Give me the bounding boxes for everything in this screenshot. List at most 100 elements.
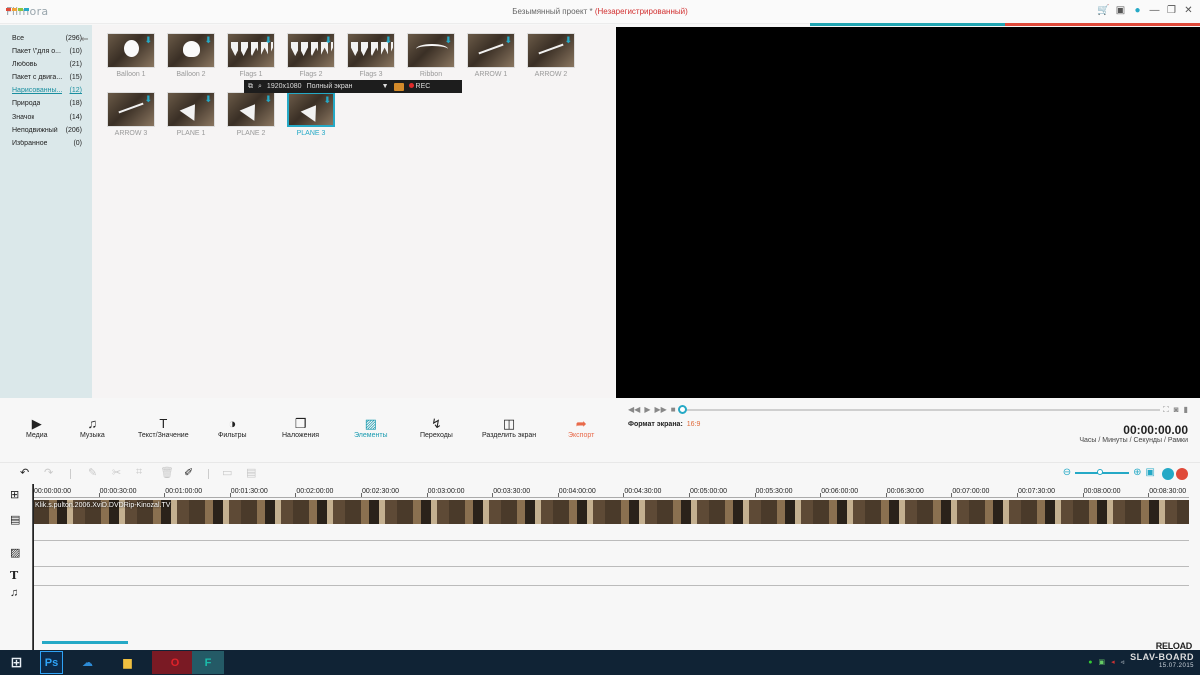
tab-elements[interactable]: ▨ Элементы: [354, 416, 388, 439]
download-icon[interactable]: ⬇: [144, 94, 152, 105]
element-thumbnail[interactable]: ⬇ Flags 2: [287, 33, 335, 79]
tray-green-icon[interactable]: ●: [1088, 659, 1092, 666]
category-item[interactable]: Пакет с двига... (15): [12, 74, 82, 87]
download-icon[interactable]: ⬇: [384, 35, 392, 46]
add-track-icon[interactable]: [1162, 468, 1174, 480]
category-item[interactable]: Нарисованны... (12): [12, 87, 82, 100]
tab-media[interactable]: ▶ Медиа: [26, 416, 48, 439]
rewind-icon[interactable]: ◀◀: [628, 405, 640, 414]
clock[interactable]: SLAV-BOARD 15.07.2015: [1130, 653, 1194, 671]
chat-icon[interactable]: ●: [1132, 5, 1143, 16]
ruler-time-label: 00:04:30:00: [624, 488, 662, 495]
record-button[interactable]: REC: [408, 83, 430, 90]
ruler-tick: [1082, 493, 1084, 497]
audio-mixer-icon[interactable]: ▤: [246, 466, 256, 479]
category-item[interactable]: Все (296): [12, 35, 82, 48]
download-icon[interactable]: ⬇: [204, 35, 212, 46]
cut-icon[interactable]: ✂: [112, 466, 121, 479]
element-thumbnail[interactable]: ⬇ PLANE 1: [167, 92, 215, 138]
element-thumbnail[interactable]: ⬇ Balloon 2: [167, 33, 215, 79]
video-preview[interactable]: [616, 27, 1200, 398]
tray-monitor-icon[interactable]: ▣: [1099, 658, 1106, 666]
fit-timeline-icon[interactable]: ▣: [1146, 467, 1155, 478]
snapshot-camera-icon[interactable]: ◙: [1174, 405, 1179, 415]
tray-flag-icon[interactable]: ◂: [1111, 658, 1115, 666]
tab-filters[interactable]: ◑ Фильтры: [218, 416, 247, 439]
capture-mode-select[interactable]: Полный экран ▼: [307, 83, 389, 90]
category-item[interactable]: Значок (14): [12, 114, 82, 127]
element-thumbnail[interactable]: ⬇ Flags 3: [347, 33, 395, 79]
explorer-taskbar-icon[interactable]: ▆: [116, 651, 139, 674]
category-item[interactable]: Пакет \"для о... (10): [12, 48, 82, 61]
redo-icon[interactable]: ↷: [44, 466, 53, 479]
voiceover-icon[interactable]: ✐: [184, 466, 193, 479]
element-thumbnail[interactable]: ⬇ Ribbon: [407, 33, 455, 79]
category-item[interactable]: Природа (18): [12, 100, 82, 113]
download-icon[interactable]: ⬇: [444, 35, 452, 46]
tab-transitions[interactable]: ↯ Переходы: [420, 416, 453, 439]
download-icon[interactable]: ⬇: [144, 35, 152, 46]
tab-overlays[interactable]: ❒ Наложения: [282, 416, 319, 439]
save-icon[interactable]: ▣: [1115, 5, 1126, 16]
element-thumbnail[interactable]: ⬇ ARROW 2: [527, 33, 575, 79]
zoom-out-icon[interactable]: ⊖: [1063, 467, 1071, 478]
volume-icon[interactable]: ▮: [1184, 405, 1188, 415]
element-thumbnail[interactable]: ⬇ Flags 1: [227, 33, 275, 79]
scene-detect-icon[interactable]: ▭: [222, 466, 232, 479]
download-icon[interactable]: ⬇: [264, 35, 272, 46]
zoom-in-icon[interactable]: ⊕: [1133, 467, 1141, 478]
tab-split-screen[interactable]: ◫ Разделить экран: [482, 416, 536, 439]
playback-progress-knob[interactable]: [678, 405, 687, 414]
aspect-ratio[interactable]: Формат экрана: 16:9: [628, 421, 700, 428]
download-icon[interactable]: ⬇: [204, 94, 212, 105]
play-icon[interactable]: ▶: [644, 405, 650, 414]
close-icon[interactable]: ✕: [1183, 5, 1194, 16]
crop-icon[interactable]: ⌗: [136, 466, 142, 479]
download-icon[interactable]: ⬇: [264, 94, 272, 105]
tray-speaker-icon[interactable]: ◃: [1121, 658, 1125, 666]
cart-icon[interactable]: 🛒: [1097, 5, 1109, 16]
zoom-slider-knob[interactable]: [1097, 468, 1104, 475]
camera-icon[interactable]: [393, 82, 404, 91]
add-marker-icon[interactable]: ⊞: [10, 488, 19, 501]
element-thumbnail[interactable]: ⬇ PLANE 3: [287, 92, 335, 138]
element-thumbnail[interactable]: ⬇ ARROW 3: [107, 92, 155, 138]
fullscreen-icon[interactable]: ⛶: [1163, 405, 1169, 415]
filmora-taskbar-icon[interactable]: F: [192, 651, 224, 674]
tab-music[interactable]: ♫ Музыка: [80, 416, 105, 439]
category-item[interactable]: Любовь (21): [12, 61, 82, 74]
timeline-scrollbar[interactable]: [42, 641, 128, 644]
timeline[interactable]: 00:00:00:00 00:00:30:00 00:01:00:00 00:01:3…: [32, 484, 1200, 650]
element-thumbnail[interactable]: ⬇ ARROW 1: [467, 33, 515, 79]
zoom-slider[interactable]: [1075, 468, 1130, 475]
remove-track-icon[interactable]: [1176, 468, 1188, 480]
category-item[interactable]: Неподвижный (206): [12, 127, 82, 140]
time-ruler[interactable]: 00:00:00:00 00:00:30:00 00:01:00:00 00:01:3…: [33, 484, 1189, 498]
photoshop-taskbar-icon[interactable]: Ps: [40, 651, 63, 674]
playback-progress-track[interactable]: [682, 409, 1160, 411]
undo-icon[interactable]: ↶: [20, 466, 29, 479]
magnifier-icon[interactable]: ⌕: [258, 83, 262, 91]
video-clip[interactable]: Klik.s.pulton.2006.XviD.DVDRip-Kinozal.T…: [33, 500, 1189, 524]
download-icon[interactable]: ⬇: [564, 35, 572, 46]
balloon-graphic: [124, 40, 139, 57]
stop-icon[interactable]: ■: [671, 405, 676, 414]
download-icon[interactable]: ⬇: [504, 35, 512, 46]
playhead[interactable]: [33, 484, 34, 650]
element-thumbnail[interactable]: ⬇ PLANE 2: [227, 92, 275, 138]
fast-forward-icon[interactable]: ▶▶: [654, 405, 666, 414]
delete-icon[interactable]: 🗑: [160, 466, 174, 479]
restore-icon[interactable]: ❐: [1166, 5, 1177, 16]
onedrive-taskbar-icon[interactable]: ☁: [76, 651, 99, 674]
edit-icon[interactable]: ✎: [88, 466, 97, 479]
snapshot-icon[interactable]: ⧉: [248, 83, 253, 91]
windows-start-icon[interactable]: ⊞: [5, 651, 28, 674]
download-icon[interactable]: ⬇: [323, 95, 331, 106]
category-item[interactable]: Избранное (0): [12, 140, 82, 153]
back-arrow-icon[interactable]: ⇐: [81, 34, 89, 45]
minimize-icon[interactable]: —: [1149, 5, 1160, 16]
element-thumbnail[interactable]: ⬇ Balloon 1: [107, 33, 155, 79]
tab-export[interactable]: ➦ Экспорт: [568, 416, 594, 439]
tab-text[interactable]: T Текст/Значение: [138, 416, 189, 439]
download-icon[interactable]: ⬇: [324, 35, 332, 46]
